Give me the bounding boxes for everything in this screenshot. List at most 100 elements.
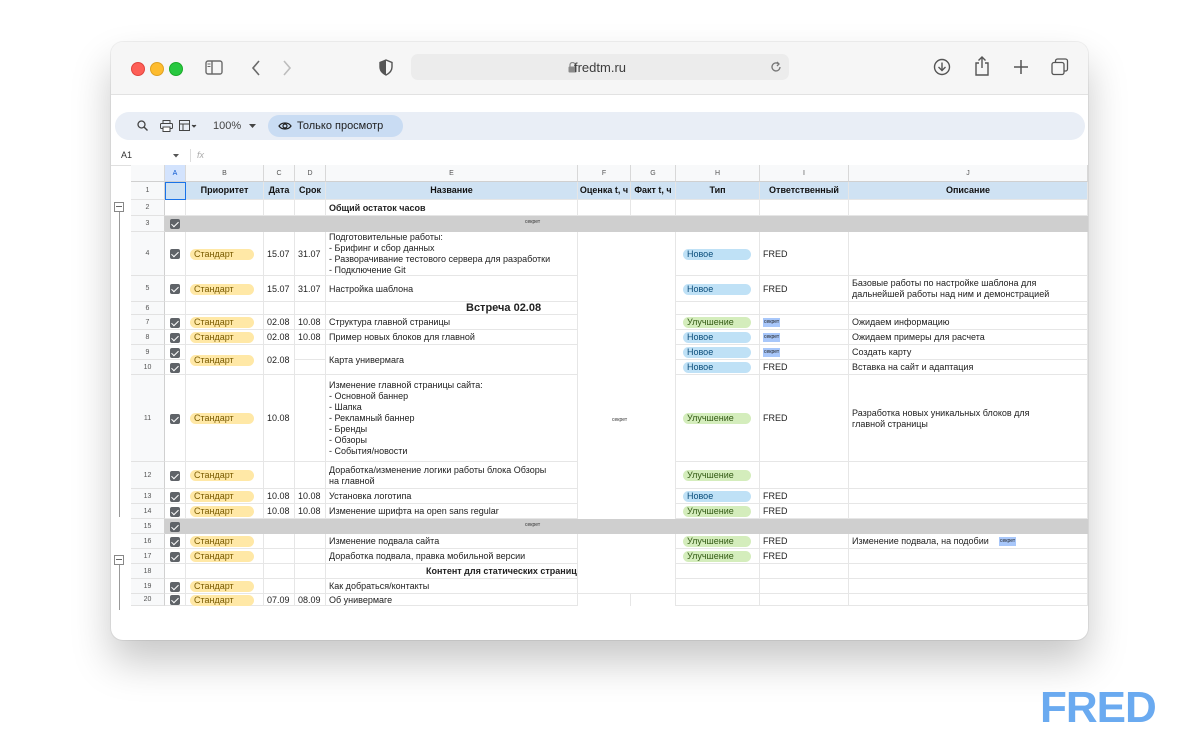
format-icon[interactable]	[179, 120, 197, 132]
minimize-window-button[interactable]	[150, 62, 164, 76]
row-header-14[interactable]: 14	[131, 504, 165, 519]
eye-icon	[278, 122, 292, 130]
collapse-group-icon[interactable]	[114, 555, 124, 565]
column-header-j[interactable]: J	[849, 165, 1088, 182]
row-header-1[interactable]: 1	[131, 182, 165, 200]
row-header-19[interactable]: 19	[131, 579, 165, 594]
column-header-h[interactable]: H	[676, 165, 760, 182]
checkbox[interactable]	[170, 595, 180, 605]
row-header-4[interactable]: 4	[131, 232, 165, 276]
row-header-9[interactable]: 9	[131, 345, 165, 360]
zoom-level[interactable]: 100%	[213, 120, 241, 132]
print-icon[interactable]	[160, 120, 173, 132]
row-header-15[interactable]: 15	[131, 519, 165, 534]
cell-a-18[interactable]	[165, 564, 186, 579]
type-badge: Улучшение	[683, 470, 751, 481]
checkbox[interactable]	[170, 284, 180, 294]
fred-logo: FRED	[1040, 683, 1157, 732]
row-header-12[interactable]: 12	[131, 462, 165, 489]
share-icon[interactable]	[974, 56, 990, 76]
checkbox[interactable]	[170, 413, 180, 424]
cell-d-18	[295, 564, 326, 579]
checkbox[interactable]	[170, 536, 180, 547]
checkbox[interactable]	[170, 249, 180, 259]
section-row-overlay	[578, 519, 676, 534]
checkbox[interactable]	[170, 551, 180, 562]
checkbox[interactable]	[170, 581, 180, 592]
type-badge: Новое	[683, 347, 751, 358]
task-name: Настройка шаблона	[329, 283, 414, 294]
forward-icon[interactable]	[281, 59, 293, 77]
row-header-17[interactable]: 17	[131, 549, 165, 564]
row-header-7[interactable]: 7	[131, 315, 165, 330]
row-header-10[interactable]: 10	[131, 360, 165, 375]
collapse-group-icon[interactable]	[114, 202, 124, 212]
column-header-b[interactable]: B	[186, 165, 264, 182]
reload-icon[interactable]	[770, 61, 782, 73]
priority-badge: Стандарт	[190, 594, 254, 606]
row-header-11[interactable]: 11	[131, 375, 165, 462]
assignee: FRED	[763, 413, 788, 423]
checkbox[interactable]	[170, 491, 180, 502]
sidebar-icon[interactable]	[205, 60, 223, 76]
column-header-i[interactable]: I	[760, 165, 849, 182]
shield-icon[interactable]	[379, 59, 393, 76]
cell-j-4	[849, 232, 1088, 276]
description: Базовые работы по настройке шаблона для …	[852, 278, 1050, 299]
row-header-16[interactable]: 16	[131, 534, 165, 549]
checkbox[interactable]	[170, 219, 180, 229]
checkbox[interactable]	[170, 521, 180, 532]
cell-d-10	[295, 360, 326, 375]
column-header-c[interactable]: C	[264, 165, 295, 182]
checkbox[interactable]	[170, 347, 180, 358]
priority-badge: Стандарт	[190, 506, 254, 517]
new-tab-icon[interactable]	[1013, 59, 1029, 75]
column-header-e[interactable]: E	[326, 165, 578, 182]
back-icon[interactable]	[250, 59, 262, 77]
cell-c-19	[264, 579, 295, 594]
row-header-5[interactable]: 5	[131, 276, 165, 302]
row-header-18[interactable]: 18	[131, 564, 165, 579]
name-box[interactable]: A1	[121, 150, 132, 160]
column-header-g[interactable]: G	[631, 165, 676, 182]
cell-j-17	[849, 549, 1088, 564]
row-header-8[interactable]: 8	[131, 330, 165, 345]
view-only-button[interactable]: Только просмотр	[268, 115, 403, 137]
column-header-f[interactable]: F	[578, 165, 631, 182]
chevron-down-icon[interactable]	[249, 124, 256, 129]
type-badge: Улучшение	[683, 413, 751, 424]
row-header-6[interactable]: 6	[131, 302, 165, 315]
column-header-d[interactable]: D	[295, 165, 326, 182]
cell-j-18	[849, 564, 1088, 579]
task-name: Изменение шрифта на open sans regular	[329, 506, 499, 516]
checkbox[interactable]	[170, 362, 180, 373]
checkbox[interactable]	[170, 470, 180, 481]
search-icon[interactable]	[137, 120, 148, 131]
zoom-window-button[interactable]	[169, 62, 183, 76]
chevron-down-icon[interactable]	[173, 154, 179, 158]
row-header-3[interactable]: 3	[131, 216, 165, 232]
address-bar[interactable]: fredtm.ru	[411, 54, 789, 80]
header-cell-g: Факт t, ч	[631, 182, 676, 200]
close-window-button[interactable]	[131, 62, 145, 76]
cell-h-19	[676, 579, 760, 594]
cell-a-2[interactable]	[165, 200, 186, 216]
row-header-13[interactable]: 13	[131, 489, 165, 504]
tab-overview-icon[interactable]	[1051, 58, 1069, 76]
download-icon[interactable]	[933, 58, 951, 76]
select-all-corner[interactable]	[131, 165, 165, 182]
cell-b-18	[186, 564, 264, 579]
cell-d-9	[295, 345, 326, 360]
cell-a-6[interactable]	[165, 302, 186, 315]
checkbox[interactable]	[170, 332, 180, 343]
priority-badge: Стандарт	[190, 551, 254, 562]
deadline-cell: 10.08	[298, 317, 321, 327]
row-header-2[interactable]: 2	[131, 200, 165, 216]
column-header-a[interactable]: A	[165, 165, 186, 182]
row-header-20[interactable]: 20	[131, 594, 165, 606]
date-cell: 07.09	[267, 594, 290, 605]
checkbox[interactable]	[170, 317, 180, 328]
checkbox[interactable]	[170, 506, 180, 517]
cell-j-2	[849, 200, 1088, 216]
spreadsheet-grid[interactable]: A B C D E F G H I J 1 Приоритет Дата Срок Название Оцен…	[111, 165, 1088, 610]
